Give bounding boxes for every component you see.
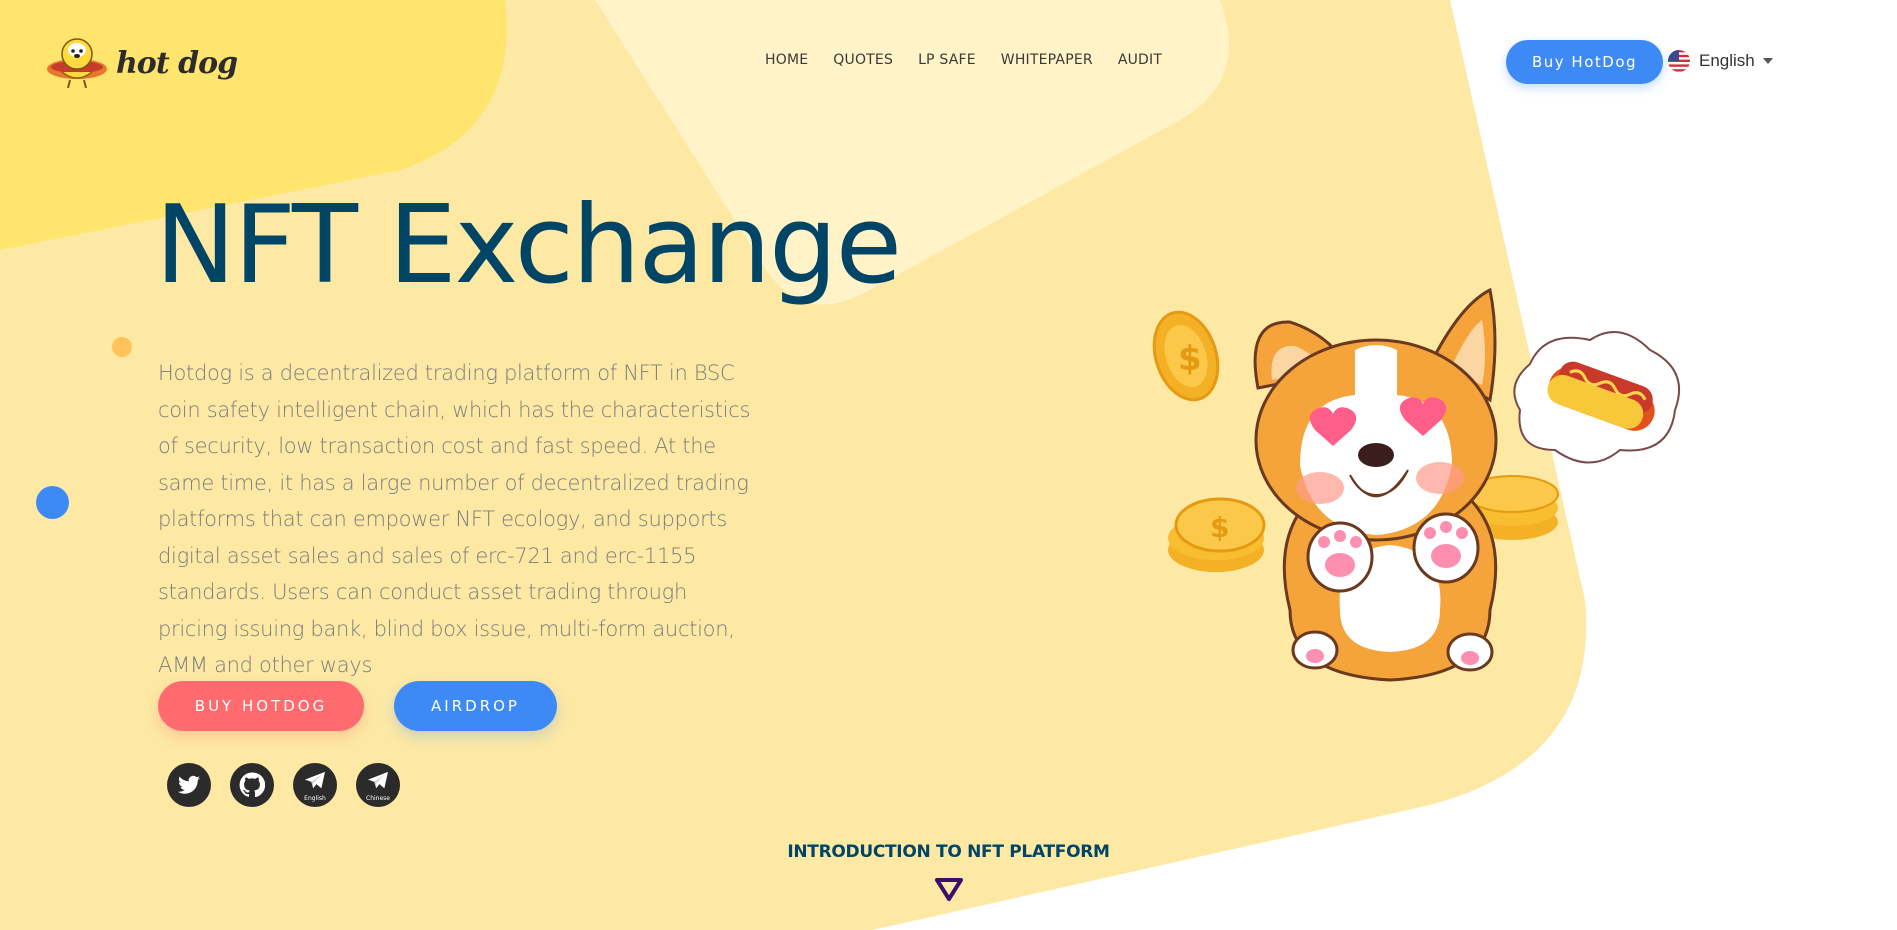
language-label: English bbox=[1699, 51, 1755, 70]
telegram-english-caption: English bbox=[304, 795, 326, 802]
github-icon bbox=[239, 772, 265, 798]
twitter-link[interactable] bbox=[167, 763, 211, 807]
airdrop-button[interactable]: AIRDROP bbox=[394, 681, 557, 731]
us-flag-icon bbox=[1668, 50, 1690, 72]
corgi-mascot-illustration: $ $ bbox=[1152, 287, 1680, 682]
hotdog-mascot-logo-icon bbox=[47, 38, 107, 89]
main-nav: HOME QUOTES LP SAFE WHITEPAPER AUDIT bbox=[765, 52, 1162, 68]
buy-hotdog-button[interactable]: BUY HOTDOG bbox=[158, 681, 364, 731]
coin-icon: $ bbox=[1152, 310, 1220, 402]
telegram-icon bbox=[305, 771, 325, 789]
social-links: English Chinese bbox=[167, 763, 400, 807]
hero-title: NFT Exchange bbox=[155, 183, 902, 308]
buy-hotdog-header-button[interactable]: Buy HotDog bbox=[1506, 40, 1663, 84]
brand-logo[interactable]: hot dog bbox=[44, 34, 238, 92]
telegram-icon bbox=[368, 771, 388, 789]
telegram-chinese-caption: Chinese bbox=[366, 795, 390, 802]
telegram-english-link[interactable]: English bbox=[293, 763, 337, 807]
hero-description: Hotdog is a decentralized trading platfo… bbox=[158, 361, 751, 677]
coin-stack-icon: $ bbox=[1168, 497, 1266, 572]
language-selector[interactable]: English bbox=[1667, 49, 1773, 73]
nav-item-quotes[interactable]: QUOTES bbox=[833, 52, 893, 68]
twitter-icon bbox=[178, 775, 200, 794]
decorative-dot-blue bbox=[36, 486, 69, 519]
scroll-down-arrow-icon[interactable] bbox=[934, 877, 964, 903]
svg-text:$: $ bbox=[1178, 339, 1202, 379]
svg-text:$: $ bbox=[1210, 511, 1229, 544]
nav-item-lp-safe[interactable]: LP SAFE bbox=[918, 52, 976, 68]
brand-name: hot dog bbox=[116, 45, 238, 81]
nav-item-audit[interactable]: AUDIT bbox=[1118, 52, 1162, 68]
github-link[interactable] bbox=[230, 763, 274, 807]
telegram-chinese-link[interactable]: Chinese bbox=[356, 763, 400, 807]
chevron-down-icon bbox=[1762, 58, 1773, 64]
nav-item-whitepaper[interactable]: WHITEPAPER bbox=[1001, 52, 1093, 68]
thought-bubble bbox=[1471, 331, 1680, 464]
intro-section-heading: INTRODUCTION TO NFT PLATFORM bbox=[787, 842, 1110, 862]
corgi-icon bbox=[1253, 287, 1498, 682]
decorative-dot-orange bbox=[112, 337, 132, 357]
nav-item-home[interactable]: HOME bbox=[765, 52, 808, 68]
